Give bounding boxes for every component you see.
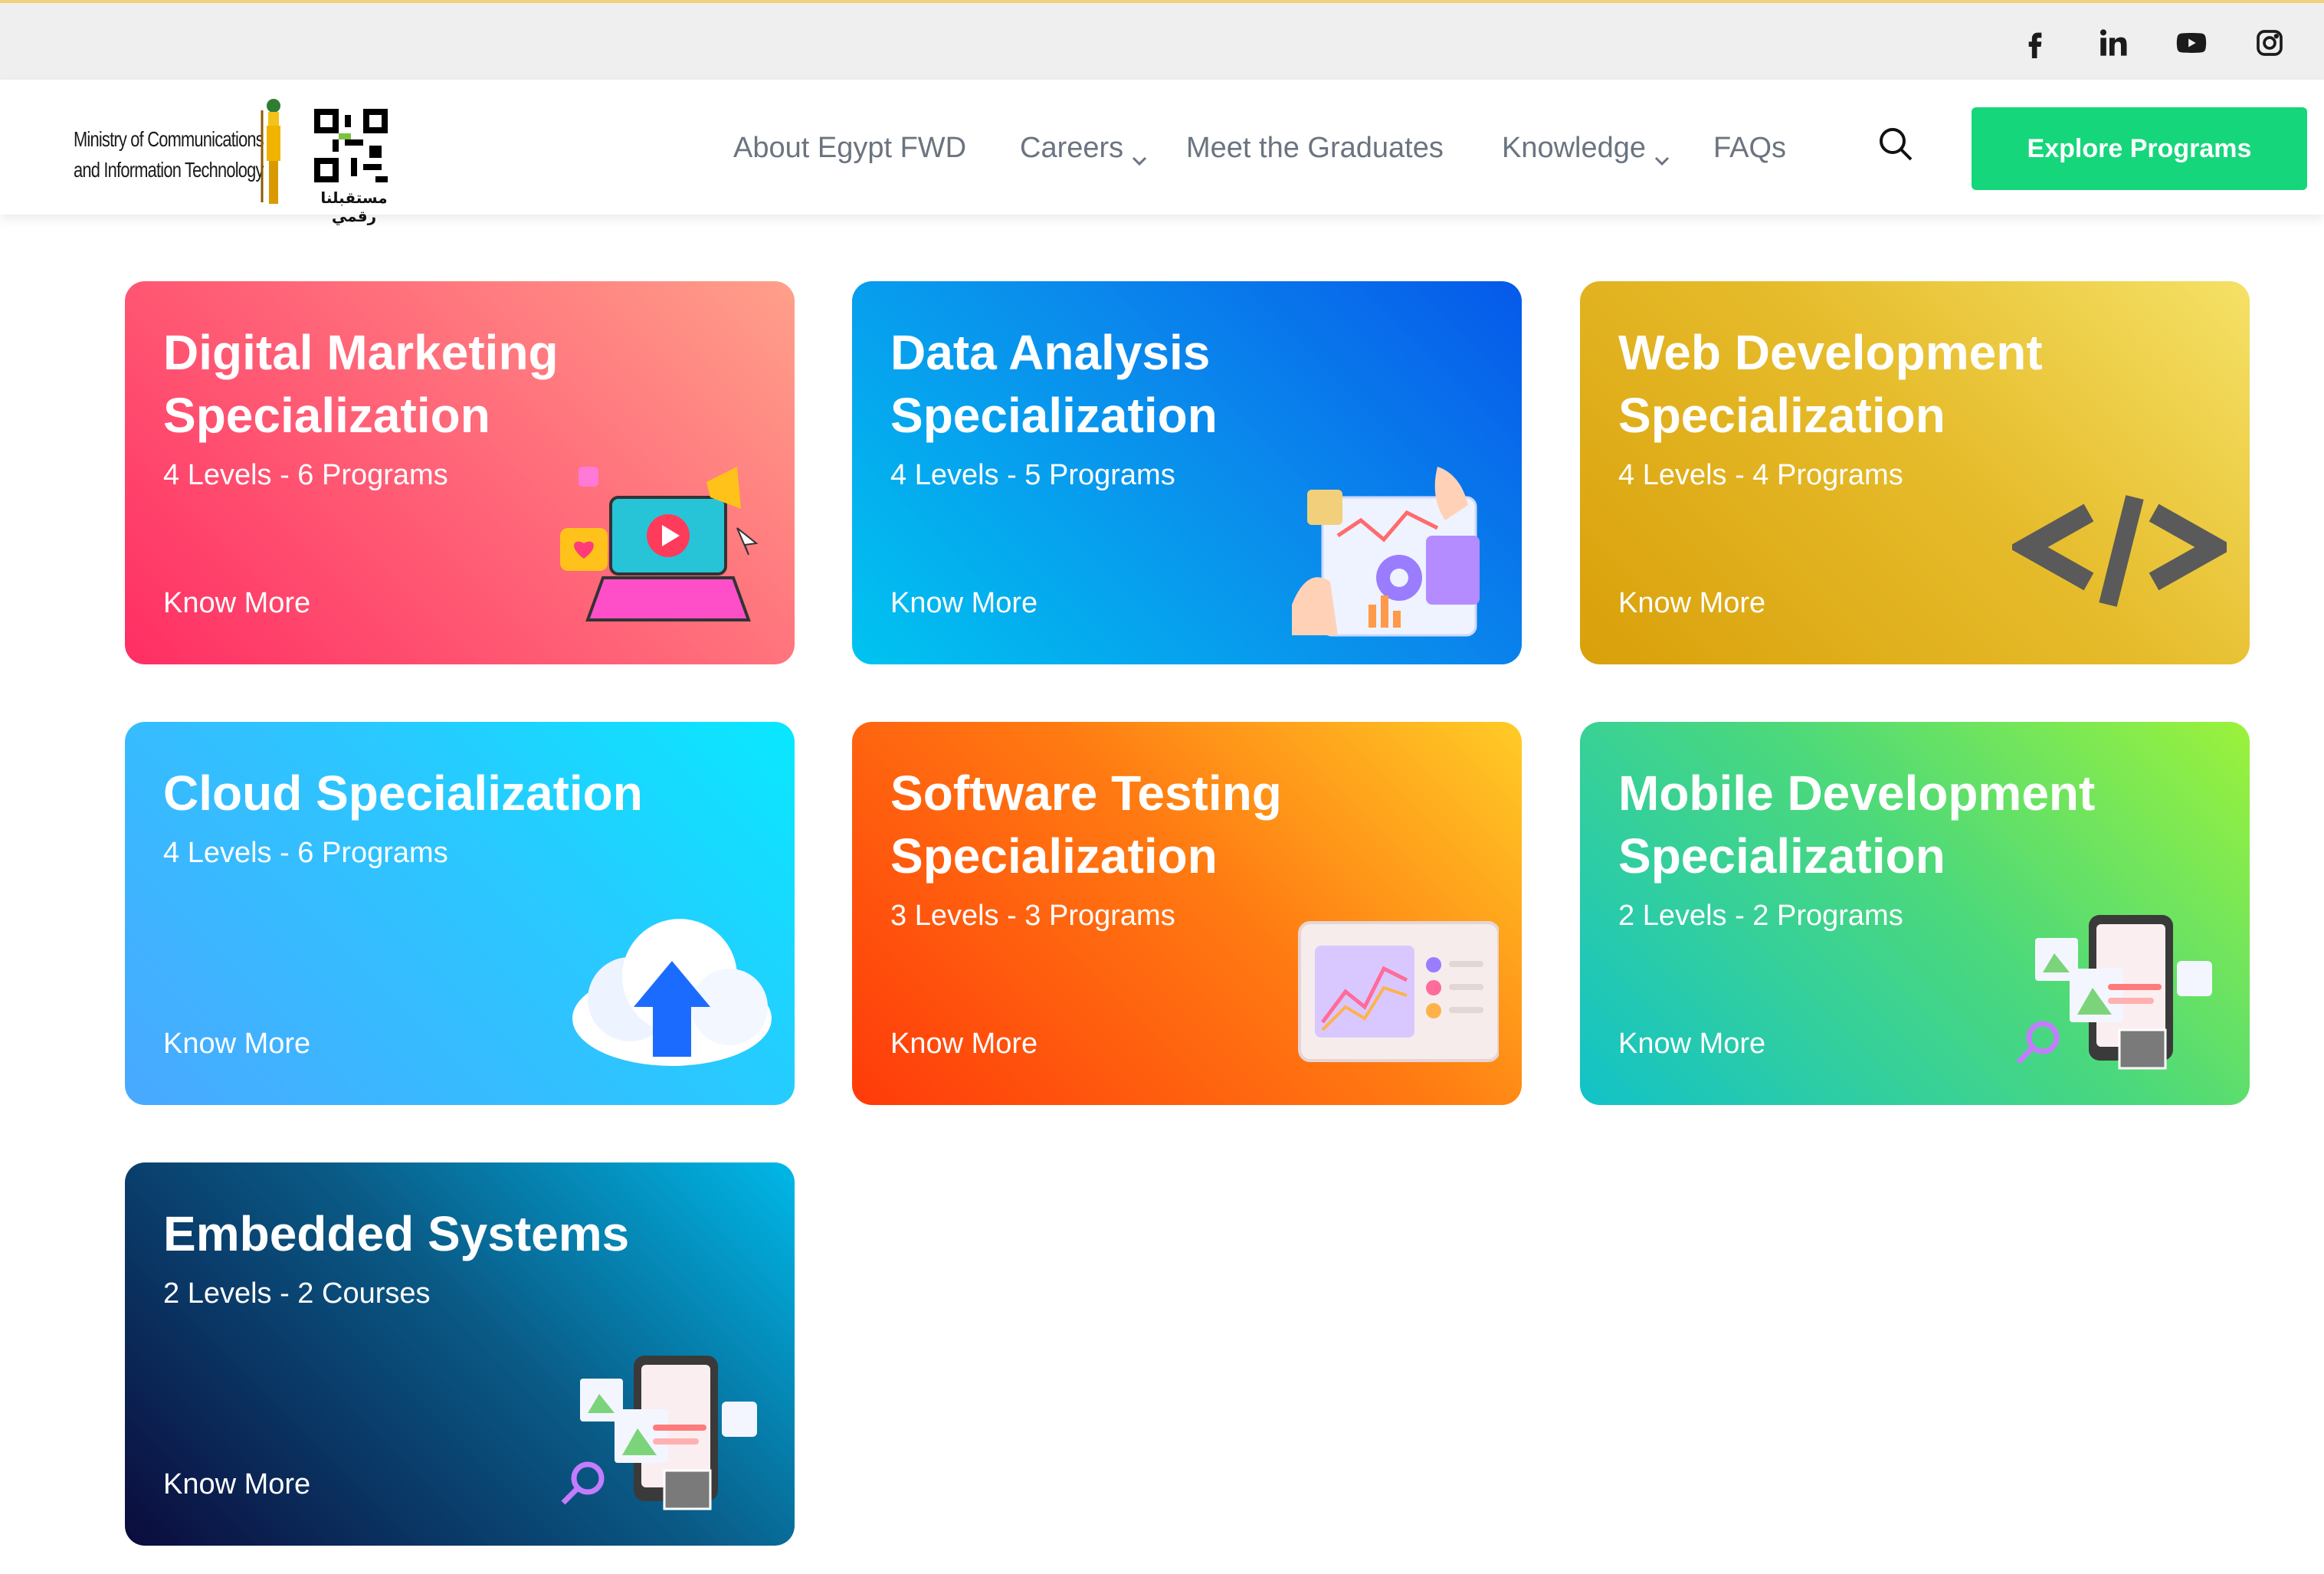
specialization-card-cloud[interactable]: Cloud Specialization 4 Levels - 6 Progra… <box>125 722 795 1105</box>
know-more-link[interactable]: Know More <box>163 1468 310 1501</box>
linkedin-icon[interactable] <box>2095 25 2132 61</box>
qr-code-icon <box>314 109 388 182</box>
specialization-card-web-development[interactable]: Web Development Specialization 4 Levels … <box>1580 281 2250 664</box>
testing-monitor-icon <box>1298 921 1499 1062</box>
nav-graduates-label: Meet the Graduates <box>1186 132 1444 164</box>
specialization-card-mobile-development[interactable]: Mobile Development Specialization 2 Leve… <box>1580 722 2250 1105</box>
know-more-link[interactable]: Know More <box>163 587 310 620</box>
card-meta: 4 Levels - 4 Programs <box>1618 459 1903 491</box>
logo-arabic-tagline: مستقبلنا رقمي <box>320 189 388 225</box>
specialization-card-embedded-systems[interactable]: Embedded Systems 2 Levels - 2 Courses Kn… <box>125 1162 795 1546</box>
youtube-icon[interactable] <box>2173 25 2210 61</box>
card-title: Web Development Specialization <box>1618 325 2043 443</box>
know-more-link[interactable]: Know More <box>890 1028 1037 1061</box>
nav-careers[interactable]: Careers <box>1020 132 1148 166</box>
specialization-card-software-testing[interactable]: Software Testing Specialization 3 Levels… <box>852 722 1522 1105</box>
know-more-link[interactable]: Know More <box>1618 587 1765 620</box>
card-meta: 2 Levels - 2 Programs <box>1618 900 1903 932</box>
design-tools-icon <box>561 1356 757 1510</box>
card-title: Mobile Development Specialization <box>1618 766 2096 884</box>
cloud-upload-icon <box>572 919 772 1066</box>
card-meta: 3 Levels - 3 Programs <box>890 900 1175 932</box>
ministry-logo[interactable]: Ministry of Communications and Informati… <box>74 89 403 225</box>
know-more-link[interactable]: Know More <box>163 1028 310 1061</box>
nav-careers-label: Careers <box>1020 132 1124 164</box>
design-tools-icon <box>2016 915 2212 1070</box>
nav-about[interactable]: About Egypt FWD <box>733 132 966 165</box>
logo-line-1: Ministry of Communications <box>74 127 264 151</box>
specialization-card-digital-marketing[interactable]: Digital Marketing Specialization 4 Level… <box>125 281 795 664</box>
nav-graduates[interactable]: Meet the Graduates <box>1186 132 1444 165</box>
know-more-link[interactable]: Know More <box>1618 1028 1765 1061</box>
social-bar <box>0 0 2324 80</box>
chevron-down-icon <box>1131 144 1148 166</box>
explore-programs-button[interactable]: Explore Programs <box>1972 107 2307 190</box>
card-meta: 4 Levels - 6 Programs <box>163 837 448 869</box>
data-dashboard-icon <box>1292 467 1480 637</box>
specialization-card-data-analysis[interactable]: Data Analysis Specialization 4 Levels - … <box>852 281 1522 664</box>
card-title: Digital Marketing Specialization <box>163 325 559 443</box>
pharaoh-figure-icon <box>261 99 280 204</box>
card-title: Embedded Systems <box>163 1206 630 1261</box>
code-brackets-icon <box>2012 495 2227 607</box>
instagram-icon[interactable] <box>2251 25 2288 61</box>
card-title: Cloud Specialization <box>163 766 643 821</box>
card-meta: 4 Levels - 6 Programs <box>163 459 448 491</box>
nav-faqs-label: FAQs <box>1713 132 1787 164</box>
facebook-icon[interactable] <box>2017 25 2054 61</box>
nav-knowledge[interactable]: Knowledge <box>1502 132 1670 166</box>
chevron-down-icon <box>1654 144 1670 166</box>
card-meta: 4 Levels - 5 Programs <box>890 459 1175 491</box>
card-title: Software Testing Specialization <box>890 766 1282 884</box>
search-icon[interactable] <box>1876 124 1916 164</box>
logo-text: Ministry of Communications and Informati… <box>74 124 264 185</box>
nav-faqs[interactable]: FAQs <box>1713 132 1786 165</box>
marketing-laptop-icon <box>560 467 759 621</box>
logo-line-2: and Information Technology <box>74 158 264 182</box>
nav-about-label: About Egypt FWD <box>733 132 967 164</box>
main-header: Ministry of Communications and Informati… <box>0 80 2324 225</box>
card-title: Data Analysis Specialization <box>890 325 1218 443</box>
card-meta: 2 Levels - 2 Courses <box>163 1277 431 1310</box>
nav-knowledge-label: Knowledge <box>1502 132 1647 164</box>
know-more-link[interactable]: Know More <box>890 587 1037 620</box>
